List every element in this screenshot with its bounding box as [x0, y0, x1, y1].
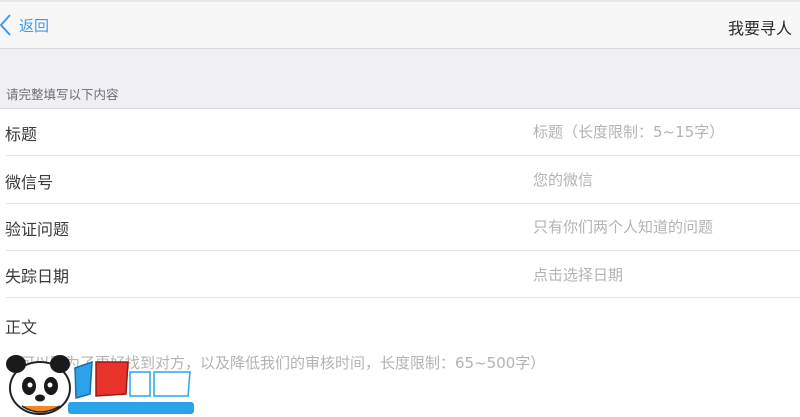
section-header-label: 请完整填写以下内容 [6, 87, 119, 102]
wechat-input[interactable] [533, 167, 795, 193]
form-row-missing-date: 失踪日期 点击选择日期 [0, 251, 800, 298]
wechat-label: 微信号 [5, 173, 54, 192]
missing-date-label: 失踪日期 [5, 267, 70, 286]
row-divider [6, 155, 800, 156]
page-title: 我要寻人 [727, 19, 792, 38]
section-header: 请完整填写以下内容 [0, 49, 800, 109]
site-watermark [0, 348, 200, 417]
date-picker[interactable]: 点击选择日期 [533, 264, 623, 285]
form-row-title: 标题 [0, 109, 800, 156]
navigation-bar: 返回 我要寻人 [0, 0, 800, 49]
top-divider [0, 0, 800, 2]
row-divider [6, 297, 800, 298]
title-input[interactable] [533, 119, 795, 145]
verify-question-input[interactable] [533, 214, 795, 240]
back-button[interactable]: 返回 [0, 12, 49, 38]
form-row-wechat: 微信号 [0, 157, 800, 204]
back-label: 返回 [19, 16, 50, 35]
title-label: 标题 [5, 125, 38, 144]
form-row-verify-question: 验证问题 [0, 204, 800, 251]
panda-logo [6, 355, 194, 415]
chevron-left-icon [0, 13, 12, 37]
body-label: 正文 [5, 318, 38, 337]
verify-question-label: 验证问题 [5, 220, 70, 239]
